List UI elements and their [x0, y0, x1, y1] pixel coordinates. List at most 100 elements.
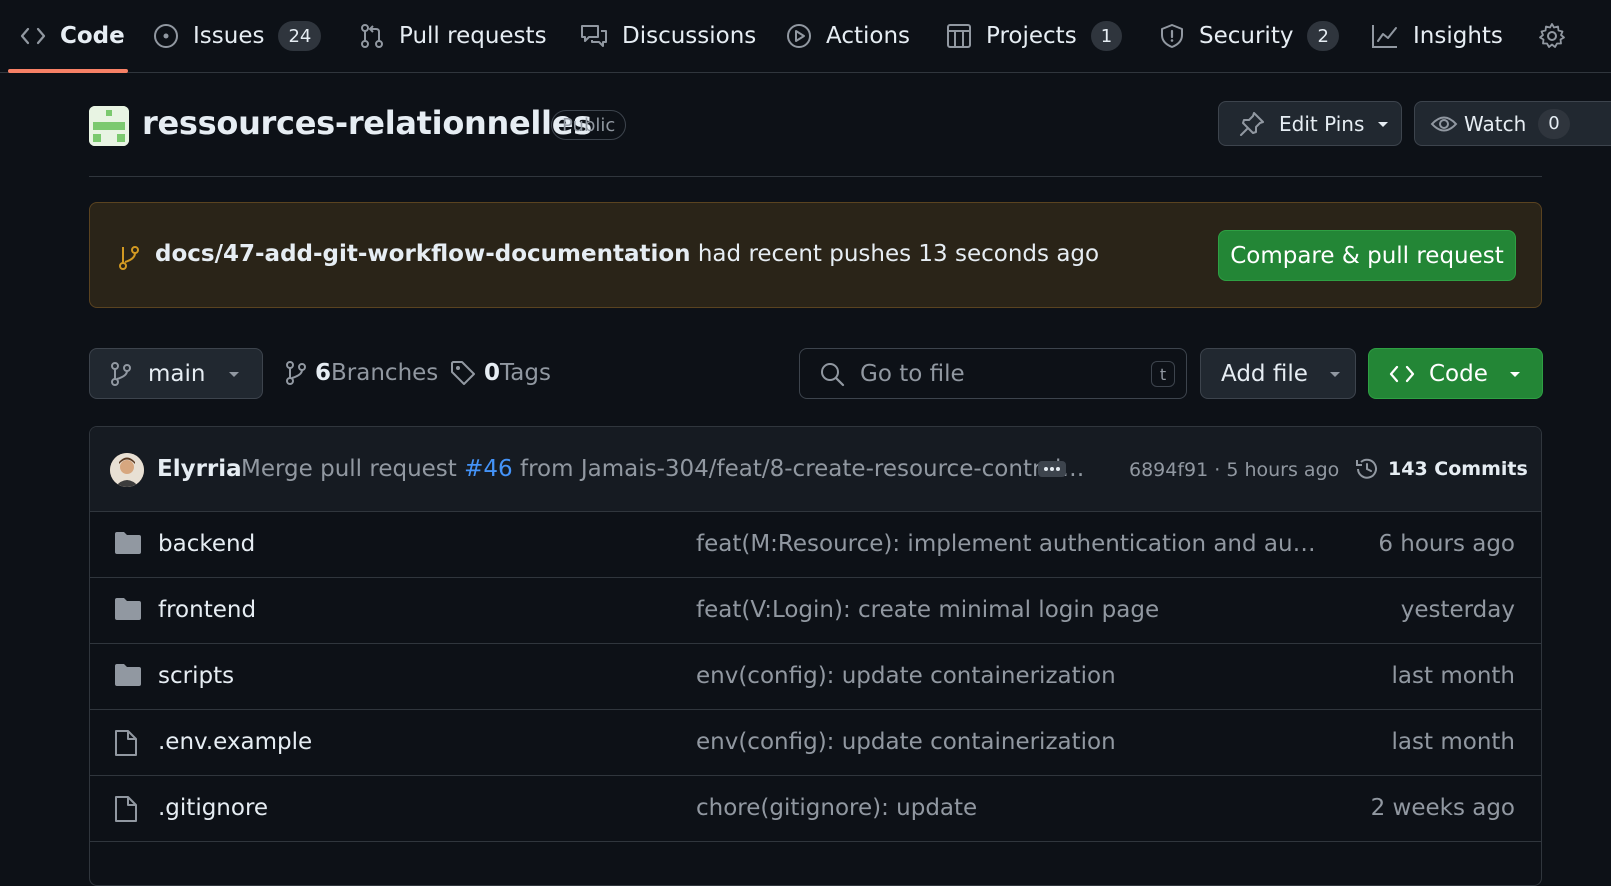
edit-pins-button[interactable]: Edit Pins — [1218, 101, 1402, 146]
caret-down-icon — [1509, 371, 1520, 377]
file-commit-message[interactable]: chore(gitignore): update — [696, 795, 977, 821]
watch-counter: 0 — [1538, 108, 1570, 139]
tab-label: Security — [1199, 23, 1294, 49]
tab-insights[interactable]: Insights — [1371, 0, 1503, 72]
compare-pull-request-button[interactable]: Compare & pull request — [1218, 230, 1516, 281]
visibility-badge: Public — [551, 110, 627, 140]
tab-projects[interactable]: Projects 1 — [946, 0, 1123, 72]
tab-label: Actions — [826, 23, 911, 49]
tab-code[interactable]: Code — [20, 0, 125, 72]
search-icon — [821, 363, 845, 387]
add-file-button[interactable]: Add file — [1200, 348, 1356, 399]
file-table: Elyrria Merge pull request #46 from Jama… — [89, 426, 1542, 886]
add-file-label: Add file — [1221, 360, 1308, 387]
issues-counter: 24 — [278, 21, 322, 51]
projects-counter: 1 — [1090, 21, 1123, 51]
branches-count: 6 — [315, 360, 332, 386]
file-commit-message[interactable]: feat(M:Resource): implement authenticati… — [696, 531, 1316, 557]
ellipsis-icon — [1044, 467, 1060, 471]
security-counter: 2 — [1307, 21, 1339, 51]
avatar[interactable] — [110, 453, 144, 487]
pull-request-icon — [361, 24, 383, 48]
discussions-icon — [581, 25, 607, 47]
branch-name: main — [148, 360, 206, 387]
file-name[interactable]: scripts — [158, 663, 234, 689]
tab-issues[interactable]: Issues 24 — [153, 0, 322, 72]
tags-count: 0 — [484, 360, 501, 386]
table-row[interactable]: scripts env(config): update containeriza… — [90, 644, 1541, 710]
commits-count-label: 143 Commits — [1388, 458, 1528, 480]
file-icon — [115, 730, 137, 756]
commits-history-link[interactable]: 143 Commits — [1354, 456, 1528, 482]
file-name[interactable]: frontend — [158, 597, 256, 623]
file-commit-date: 6 hours ago — [1378, 531, 1515, 557]
selected-tab-indicator — [8, 69, 128, 73]
search-input[interactable] — [858, 357, 1132, 391]
tab-label: Pull requests — [399, 23, 547, 49]
commit-message-suffix: from Jamais-304/feat/8-create-resource-c… — [512, 456, 1085, 482]
commit-message-prefix: Merge pull request — [241, 456, 465, 482]
watch-button[interactable]: Watch 0 — [1414, 101, 1611, 146]
code-icon — [20, 27, 46, 45]
file-icon — [115, 796, 137, 822]
pin-icon — [1240, 111, 1264, 136]
expand-commit-button[interactable] — [1038, 461, 1066, 477]
file-commit-date: last month — [1391, 729, 1515, 755]
file-commit-date: 2 weeks ago — [1370, 795, 1515, 821]
table-row[interactable]: .env.example env(config): update contain… — [90, 710, 1541, 776]
folder-icon — [115, 598, 141, 620]
tag-icon — [451, 361, 475, 385]
table-row[interactable]: .gitignore chore(gitignore): update 2 we… — [90, 776, 1541, 842]
tags-link[interactable]: 0 Tags — [450, 360, 551, 386]
file-commit-message[interactable]: feat(V:Login): create minimal login page — [696, 597, 1159, 623]
file-commit-date: last month — [1391, 663, 1515, 689]
tab-discussions[interactable]: Discussions — [580, 0, 756, 72]
shield-icon — [1161, 24, 1183, 48]
issue-icon — [154, 24, 178, 48]
play-icon — [787, 24, 811, 48]
caret-down-icon — [1378, 121, 1389, 127]
folder-icon — [115, 664, 141, 686]
history-icon — [1356, 458, 1377, 479]
header-divider — [89, 176, 1542, 177]
branch-icon — [119, 246, 139, 270]
eye-icon — [1430, 116, 1458, 131]
branch-selector[interactable]: main — [89, 348, 263, 399]
tab-security[interactable]: Security 2 — [1159, 0, 1339, 72]
file-commit-date: yesterday — [1400, 597, 1515, 623]
watch-label: Watch — [1464, 111, 1527, 136]
go-to-file-search[interactable]: t — [799, 348, 1187, 399]
branches-link[interactable]: 6 Branches — [285, 360, 438, 386]
table-row[interactable]: frontend feat(V:Login): create minimal l… — [90, 578, 1541, 644]
tab-label: Projects — [986, 23, 1077, 49]
tab-label: Insights — [1413, 23, 1503, 49]
tab-actions[interactable]: Actions — [786, 0, 910, 72]
file-commit-message[interactable]: env(config): update containerization — [696, 663, 1116, 689]
tab-settings[interactable] — [1538, 0, 1580, 72]
file-commit-message[interactable]: env(config): update containerization — [696, 729, 1116, 755]
table-icon — [947, 24, 971, 48]
commit-message[interactable]: Merge pull request #46 from Jamais-304/f… — [241, 456, 1084, 482]
tags-label: Tags — [500, 360, 551, 386]
repo-name[interactable]: ressources-relationnelles — [142, 104, 592, 142]
graph-icon — [1372, 25, 1397, 48]
caret-down-icon — [1329, 371, 1340, 377]
tab-pull-requests[interactable]: Pull requests — [359, 0, 547, 72]
pushed-branch-name[interactable]: docs/47-add-git-workflow-documentation — [155, 241, 691, 267]
file-name[interactable]: .env.example — [158, 729, 312, 755]
file-name[interactable]: backend — [158, 531, 255, 557]
code-dropdown-button[interactable]: Code — [1368, 348, 1543, 399]
commit-hash-time[interactable]: 6894f91 · 5 hours ago — [1129, 459, 1339, 481]
pr-link[interactable]: #46 — [464, 456, 513, 482]
repo-nav: Code Issues 24 Pull requests Discussions… — [0, 0, 1611, 73]
file-name[interactable]: .gitignore — [158, 795, 268, 821]
code-icon — [1389, 365, 1415, 382]
folder-icon — [115, 532, 141, 554]
commit-author[interactable]: Elyrria — [157, 456, 242, 482]
recent-push-banner: docs/47-add-git-workflow-documentation h… — [89, 202, 1542, 308]
repo-avatar — [89, 106, 129, 146]
table-row[interactable]: backend feat(M:Resource): implement auth… — [90, 512, 1541, 578]
caret-down-icon — [229, 371, 240, 377]
keyboard-shortcut-hint: t — [1151, 361, 1175, 387]
branch-icon — [286, 361, 306, 385]
